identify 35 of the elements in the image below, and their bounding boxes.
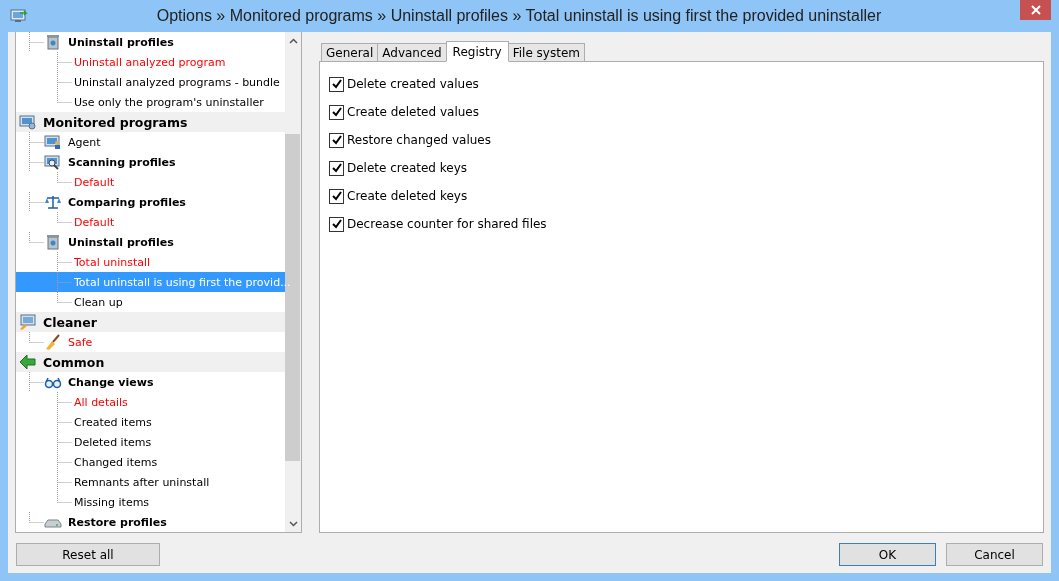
- reset-button[interactable]: Reset all: [16, 543, 160, 566]
- checkbox-label: Delete created values: [347, 77, 479, 91]
- tree-item[interactable]: Safe: [66, 334, 95, 350]
- tree-item[interactable]: Default: [72, 214, 117, 230]
- tree-item[interactable]: Created items: [72, 414, 154, 430]
- tree-item[interactable]: Change views: [66, 374, 156, 390]
- checkbox-label: Delete created keys: [347, 161, 468, 175]
- checkbox-label: Create deleted keys: [347, 189, 468, 203]
- checkbox-label: Create deleted values: [347, 105, 479, 119]
- window-title: Options » Monitored programs » Uninstall profiles » Total uninstall is using first the provided uninstaller: [155, 7, 883, 25]
- tree-item[interactable]: Cleaner: [41, 313, 99, 331]
- checkbox-label: Decrease counter for shared files: [347, 217, 547, 231]
- tree-item[interactable]: All details: [72, 394, 130, 410]
- tree-item[interactable]: Uninstall analyzed programs - bundle: [72, 74, 282, 90]
- tree-item[interactable]: Deleted items: [72, 434, 154, 450]
- tree-item[interactable]: Use only the program's uninstaller: [72, 94, 266, 110]
- tree-item[interactable]: Monitored programs: [41, 113, 190, 131]
- tree-item[interactable]: Uninstall profiles: [66, 34, 176, 50]
- tree-item[interactable]: Remnants after uninstall: [72, 474, 212, 490]
- tree-item[interactable]: Missing items: [72, 494, 152, 510]
- tree-item[interactable]: Changed items: [72, 454, 160, 470]
- tree-item[interactable]: Total uninstall: [72, 254, 153, 270]
- checkbox-label: Restore changed values: [347, 133, 491, 147]
- tree-item[interactable]: Uninstall profiles: [66, 234, 176, 250]
- tab[interactable]: Registry: [445, 41, 509, 62]
- cancel-button[interactable]: Cancel: [946, 543, 1043, 566]
- tree-item[interactable]: Restore profiles: [66, 514, 169, 530]
- tree-item[interactable]: Common: [41, 353, 107, 371]
- tree-item[interactable]: Clean up: [72, 294, 125, 310]
- tree-item[interactable]: Scanning profiles: [66, 154, 178, 170]
- tree-item[interactable]: Comparing profiles: [66, 194, 188, 210]
- tree-item[interactable]: Uninstall analyzed program: [72, 54, 228, 70]
- tree-item[interactable]: Default: [72, 174, 117, 190]
- ok-button[interactable]: OK: [839, 543, 936, 566]
- tree-item[interactable]: Agent: [66, 134, 103, 150]
